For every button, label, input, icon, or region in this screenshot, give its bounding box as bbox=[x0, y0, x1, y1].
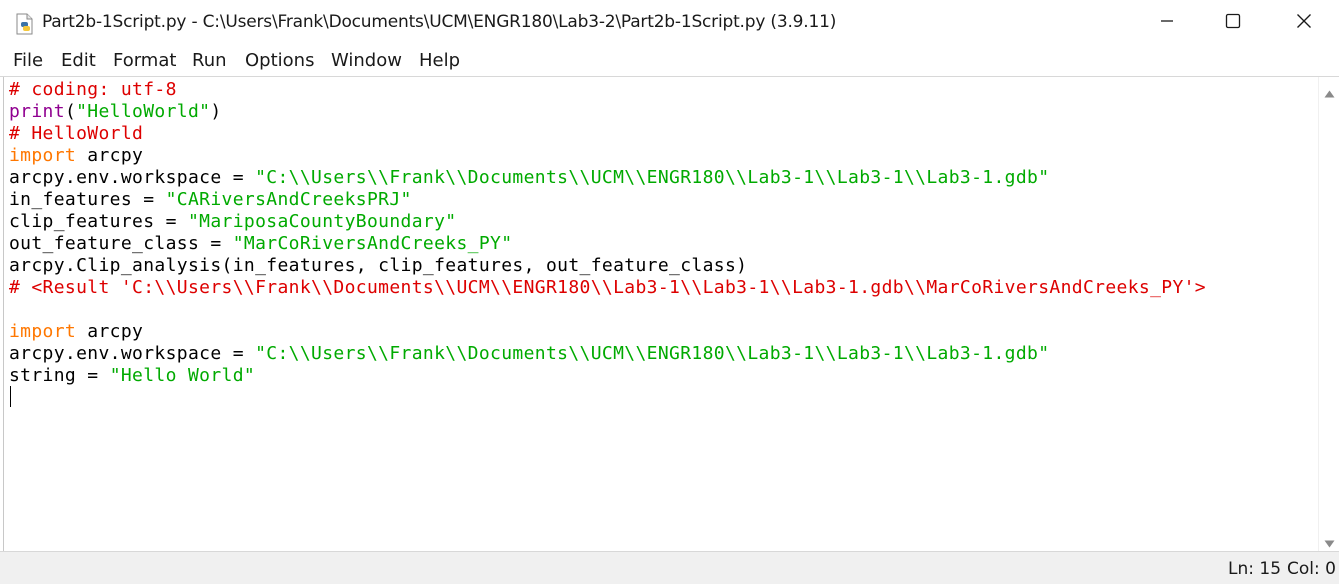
code-line: arcpy.env.workspace = "C:\\Users\\Frank\… bbox=[9, 343, 1049, 365]
code-token: arcpy bbox=[76, 145, 144, 166]
code-line: import arcpy bbox=[9, 145, 143, 167]
menu-options[interactable]: Options bbox=[245, 50, 314, 71]
menu-help[interactable]: Help bbox=[419, 50, 460, 71]
status-column: Col: 0 bbox=[1287, 559, 1336, 579]
code-token: "Hello World" bbox=[109, 365, 256, 386]
code-token: string = bbox=[9, 365, 110, 386]
code-token: arcpy.env.workspace = bbox=[9, 343, 256, 364]
code-token: "MariposaCountyBoundary" bbox=[188, 211, 457, 232]
code-token: # HelloWorld bbox=[9, 123, 144, 144]
code-token: import bbox=[9, 145, 77, 166]
code-token: in_features = bbox=[9, 189, 166, 210]
close-button[interactable] bbox=[1270, 0, 1338, 46]
code-token: "MarCoRiversAndCreeks_PY" bbox=[232, 233, 513, 254]
code-line: arcpy.Clip_analysis(in_features, clip_fe… bbox=[9, 255, 747, 277]
code-token: print bbox=[9, 101, 65, 122]
window-title: Part2b-1Script.py - C:\Users\Frank\Docum… bbox=[42, 12, 837, 32]
code-token: ) bbox=[210, 101, 222, 122]
code-token: "C:\\Users\\Frank\\Documents\\UCM\\ENGR1… bbox=[255, 343, 1050, 364]
code-token: clip_features = bbox=[9, 211, 188, 232]
code-line: # <Result 'C:\\Users\\Frank\\Documents\\… bbox=[9, 277, 1206, 299]
code-line: clip_features = "MariposaCountyBoundary" bbox=[9, 211, 457, 233]
menu-format[interactable]: Format bbox=[113, 50, 176, 71]
menu-edit[interactable]: Edit bbox=[61, 50, 96, 71]
code-line: print("HelloWorld") bbox=[9, 101, 222, 123]
code-line: import arcpy bbox=[9, 321, 143, 343]
code-token: "HelloWorld" bbox=[76, 101, 211, 122]
menu-file[interactable]: File bbox=[13, 50, 43, 71]
menu-window[interactable]: Window bbox=[331, 50, 402, 71]
code-line: out_feature_class = "MarCoRiversAndCreek… bbox=[9, 233, 512, 255]
python-file-icon bbox=[14, 13, 36, 35]
code-token: out_feature_class = bbox=[9, 233, 233, 254]
minimize-icon bbox=[1159, 13, 1175, 34]
code-token: "CARiversAndCreeksPRJ" bbox=[165, 189, 412, 210]
menu-bar: File Edit Format Run Options Window Help bbox=[0, 46, 1339, 77]
code-token: # <Result 'C:\\Users\\Frank\\Documents\\… bbox=[9, 277, 1206, 298]
status-line: Ln: 15 bbox=[1228, 559, 1282, 579]
text-cursor bbox=[10, 386, 11, 407]
code-token: arcpy.Clip_analysis(in_features, clip_fe… bbox=[9, 255, 748, 276]
code-token: import bbox=[9, 321, 77, 342]
code-token: # coding: utf-8 bbox=[9, 79, 177, 100]
code-token: arcpy bbox=[76, 321, 144, 342]
code-line: in_features = "CARiversAndCreeksPRJ" bbox=[9, 189, 412, 211]
code-editor[interactable]: # coding: utf-8 print("HelloWorld") # Hell… bbox=[3, 77, 1318, 551]
status-bar: Ln: 15 Col: 0 bbox=[0, 551, 1339, 584]
code-line: # HelloWorld bbox=[9, 123, 143, 145]
close-icon bbox=[1296, 13, 1312, 34]
code-line: # coding: utf-8 bbox=[9, 79, 177, 101]
code-line: string = "Hello World" bbox=[9, 365, 255, 387]
code-token: arcpy.env.workspace = bbox=[9, 167, 256, 188]
title-bar[interactable]: Part2b-1Script.py - C:\Users\Frank\Docum… bbox=[0, 0, 1339, 46]
minimize-button[interactable] bbox=[1133, 0, 1201, 46]
code-line: arcpy.env.workspace = "C:\\Users\\Frank\… bbox=[9, 167, 1049, 189]
code-token: "C:\\Users\\Frank\\Documents\\UCM\\ENGR1… bbox=[255, 167, 1050, 188]
code-token: ( bbox=[64, 101, 77, 122]
maximize-button[interactable] bbox=[1199, 0, 1267, 46]
vertical-scrollbar[interactable] bbox=[1318, 77, 1339, 551]
menu-run[interactable]: Run bbox=[192, 50, 227, 71]
maximize-icon bbox=[1225, 13, 1241, 34]
